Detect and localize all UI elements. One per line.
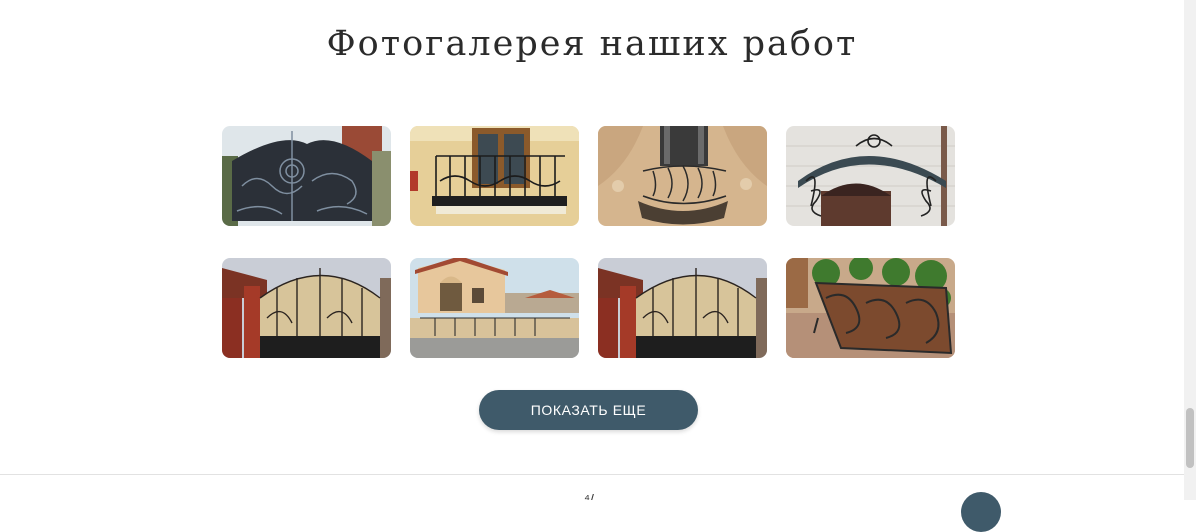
page: Фотогалерея наших работ ПОКАЗАТЬ ЕЩЕ ⁴/ [0,0,1184,532]
gallery-photo-6[interactable] [410,258,579,358]
section-title: Фотогалерея наших работ [326,24,858,64]
gallery-photo-4[interactable] [786,126,955,226]
gallery-photo-3[interactable] [598,126,767,226]
photo-gallery [222,126,956,358]
gallery-photo-2[interactable] [410,126,579,226]
canopy-photo-image [786,126,955,226]
page-scrollbar[interactable] [1184,0,1196,500]
balcony-photo-image [410,126,579,226]
gallery-photo-7[interactable] [598,258,767,358]
footer-logo-icon: ⁴/ [584,491,594,500]
brick-gate-photo-image [222,258,391,358]
planter-photo-image [786,258,955,358]
gallery-photo-5[interactable] [222,258,391,358]
scroll-to-top-button[interactable] [961,492,1001,532]
brick-gate-photo-image-2 [598,258,767,358]
scrollbar-thumb[interactable] [1186,408,1194,468]
gate-photo-image [222,126,391,226]
gallery-photo-8[interactable] [786,258,955,358]
villa-fence-photo-image [410,258,579,358]
art-nouveau-balcony-image [598,126,767,226]
section-divider [0,474,1184,475]
show-more-button[interactable]: ПОКАЗАТЬ ЕЩЕ [479,390,698,430]
gallery-photo-1[interactable] [222,126,391,226]
